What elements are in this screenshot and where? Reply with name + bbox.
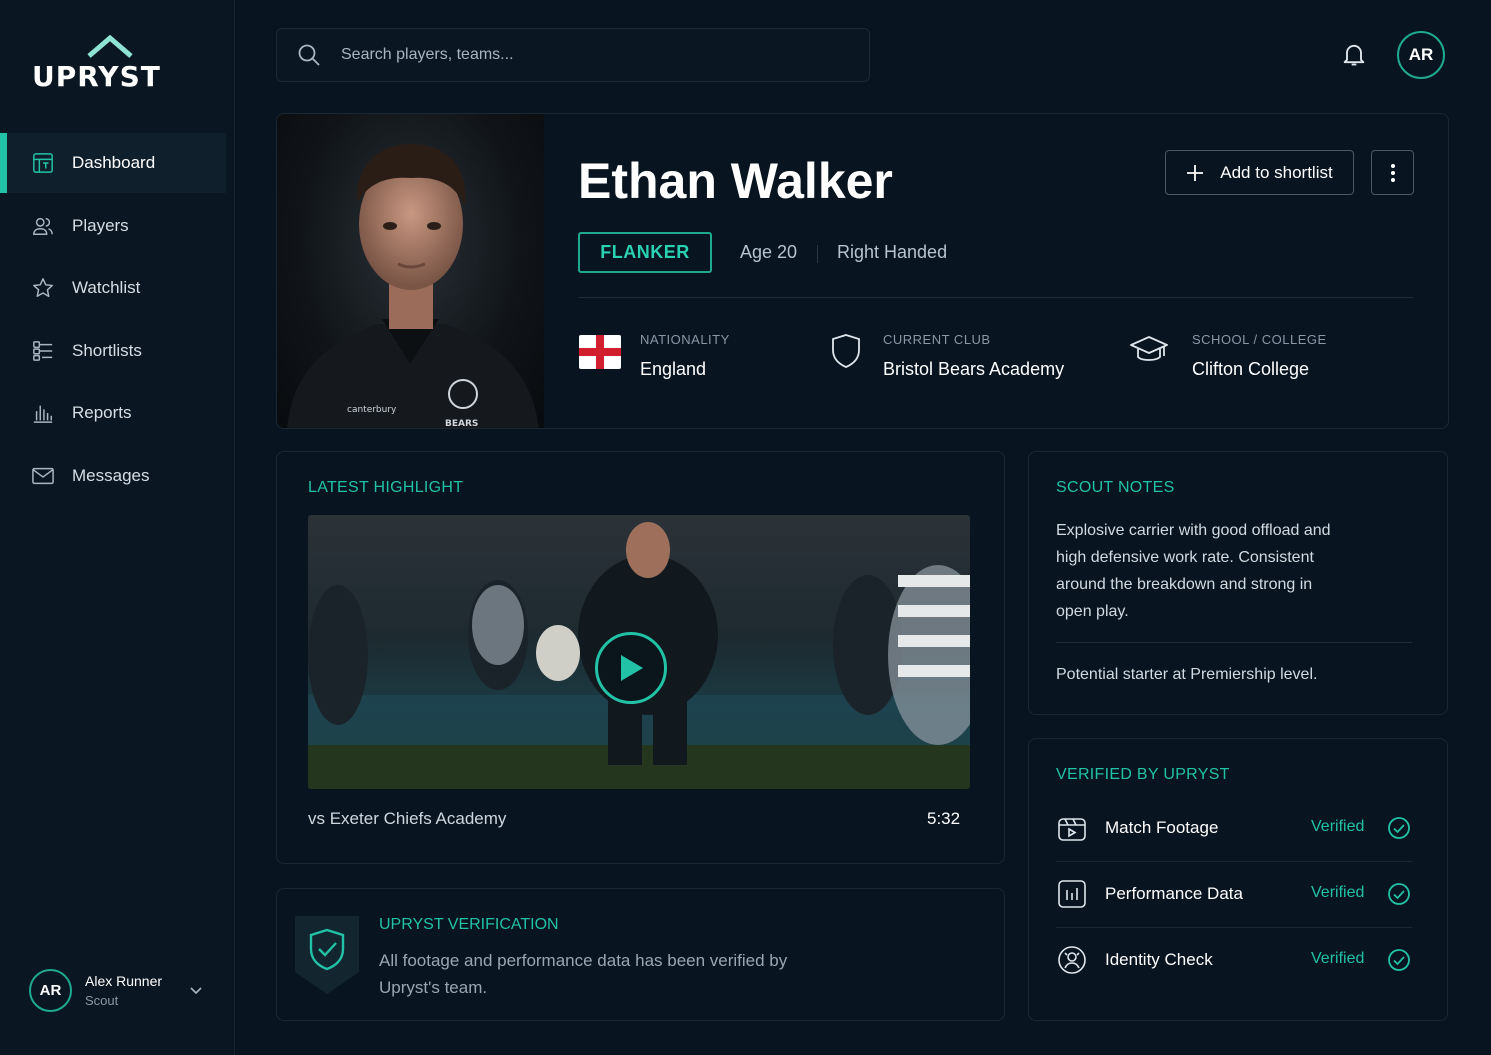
jersey-sponsor: canterbury <box>347 405 397 415</box>
scout-notes-card: SCOUT NOTES Explosive carrier with good … <box>1028 451 1448 715</box>
sidebar: UPRYST Dashboard Players Watchlist Short… <box>0 0 235 1055</box>
bar-chart-icon <box>33 406 53 424</box>
scout-notes-title: SCOUT NOTES <box>1056 479 1175 496</box>
club-info: CURRENT CLUB Bristol Bears Academy <box>883 332 1064 380</box>
verified-item-match-footage: Match Footage Verified <box>1056 795 1412 861</box>
logo-roof-icon <box>87 34 133 58</box>
sidebar-item-reports[interactable]: Reports <box>0 383 226 443</box>
verified-item-label: Identity Check <box>1105 950 1213 969</box>
sidebar-item-shortlists[interactable]: Shortlists <box>0 321 226 381</box>
search-icon <box>298 44 320 66</box>
club-label: CURRENT CLUB <box>883 332 991 347</box>
add-to-shortlist-label: Add to shortlist <box>1220 162 1333 182</box>
sidebar-item-dashboard[interactable]: Dashboard <box>0 133 226 193</box>
verification-title: UPRYST VERIFICATION <box>379 916 559 933</box>
highlight-video[interactable] <box>308 515 970 789</box>
jersey-badge-text: BEARS <box>445 419 478 429</box>
nationality-value: England <box>640 359 707 379</box>
sidebar-item-label: Messages <box>72 465 150 485</box>
stats-icon <box>1058 880 1086 908</box>
current-user[interactable]: AR Alex Runner Scout <box>29 969 209 1012</box>
verified-status: Verified <box>1311 818 1365 835</box>
school-value: Clifton College <box>1192 359 1310 379</box>
player-handedness: Right Handed <box>837 242 948 262</box>
users-icon <box>33 217 53 235</box>
upryst-verification-card: UPRYST VERIFICATION All footage and perf… <box>276 888 1005 1021</box>
mail-icon <box>32 467 54 485</box>
check-circle-icon <box>1388 883 1410 905</box>
user-name: Alex Runner <box>85 973 163 989</box>
scout-notes-summary: Potential starter at Premiership level. <box>1056 666 1318 683</box>
play-icon <box>621 655 643 681</box>
play-button[interactable] <box>595 632 667 704</box>
sidebar-item-messages[interactable]: Messages <box>0 446 226 506</box>
user-avatar: AR <box>29 969 72 1012</box>
graduation-cap-icon <box>1130 336 1168 361</box>
verified-by-card: VERIFIED BY UPRYST Match Footage Verifie… <box>1028 738 1448 1021</box>
dashboard-icon <box>33 153 53 173</box>
header-avatar[interactable]: AR <box>1397 31 1445 79</box>
verified-status: Verified <box>1311 884 1365 901</box>
verification-text: All footage and performance data has bee… <box>379 951 788 997</box>
school-info: SCHOOL / COLLEGE Clifton College <box>1192 332 1327 380</box>
chevron-down-icon[interactable] <box>189 983 203 997</box>
bell-icon[interactable] <box>1340 40 1368 68</box>
verified-status: Verified <box>1311 950 1365 967</box>
add-to-shortlist-button[interactable]: Add to shortlist <box>1165 150 1354 195</box>
england-flag-icon <box>579 335 621 369</box>
video-duration: 5:32 <box>927 809 961 828</box>
more-options-button[interactable] <box>1371 150 1414 195</box>
verified-item-label: Performance Data <box>1105 884 1243 903</box>
sidebar-item-players[interactable]: Players <box>0 196 226 256</box>
verified-item-label: Match Footage <box>1105 818 1219 837</box>
sidebar-item-label: Players <box>72 215 129 235</box>
sidebar-item-label: Dashboard <box>72 153 156 172</box>
player-portrait: canterbury BEARS <box>287 143 539 429</box>
nationality-label: NATIONALITY <box>640 332 730 347</box>
video-caption: vs Exeter Chiefs Academy <box>308 809 507 828</box>
check-circle-icon <box>1388 817 1410 839</box>
shield-check-icon <box>295 916 359 994</box>
verified-by-title: VERIFIED BY UPRYST <box>1056 766 1230 783</box>
club-value: Bristol Bears Academy <box>883 359 1065 379</box>
plus-icon <box>1187 164 1204 181</box>
verified-item-identity-check: Identity Check Verified <box>1056 927 1412 993</box>
player-profile-card: canterbury BEARS Ethan Walker FLANKER Ag… <box>276 113 1449 429</box>
video-icon <box>1058 818 1086 841</box>
player-age: Age 20 <box>740 242 798 262</box>
highlight-title: LATEST HIGHLIGHT <box>308 479 464 496</box>
notes-divider <box>1056 642 1412 643</box>
star-icon <box>33 278 53 298</box>
scout-notes-paragraph: Explosive carrier with good offload and … <box>1056 522 1331 620</box>
meta-separator <box>817 245 818 263</box>
sidebar-item-label: Watchlist <box>72 278 141 298</box>
profile-divider <box>578 297 1413 298</box>
brand-logo[interactable]: UPRYST <box>32 32 192 93</box>
player-name: Ethan Walker <box>578 153 893 209</box>
user-role: Scout <box>85 993 119 1008</box>
more-vertical-icon <box>1390 163 1395 182</box>
brand-name: UPRYST <box>32 60 161 93</box>
verified-item-performance-data: Performance Data Verified <box>1056 861 1412 927</box>
nationality-info: NATIONALITY England <box>640 332 730 380</box>
shield-icon <box>832 334 860 368</box>
search-input[interactable] <box>341 46 821 64</box>
player-photo: canterbury BEARS <box>277 114 544 429</box>
list-icon <box>33 340 53 361</box>
latest-highlight-card: LATEST HIGHLIGHT vs Exeter Chiefs Academ… <box>276 451 1005 864</box>
check-circle-icon <box>1388 949 1410 971</box>
sidebar-item-watchlist[interactable]: Watchlist <box>0 258 226 318</box>
sidebar-item-label: Reports <box>72 403 132 423</box>
sidebar-item-label: Shortlists <box>72 340 142 360</box>
school-label: SCHOOL / COLLEGE <box>1192 332 1327 347</box>
position-badge: FLANKER <box>578 232 712 273</box>
search-bar[interactable] <box>276 28 870 82</box>
face-id-icon <box>1058 946 1086 974</box>
sidebar-nav: Dashboard Players Watchlist Shortlists R… <box>0 133 226 509</box>
